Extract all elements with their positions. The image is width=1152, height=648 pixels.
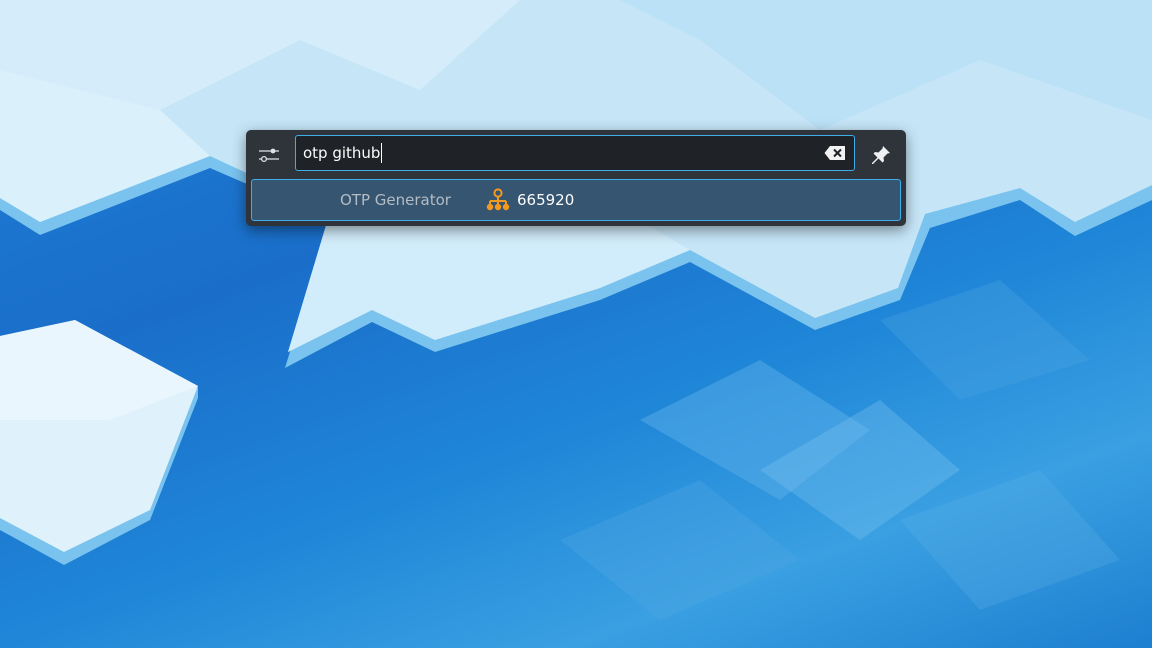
pin-icon <box>872 146 890 164</box>
pin-button[interactable] <box>866 140 896 170</box>
search-field[interactable]: otp github <box>295 135 855 171</box>
result-category-label: OTP Generator <box>340 191 451 209</box>
clear-text-icon <box>824 146 845 160</box>
text-cursor <box>381 143 383 163</box>
wallpaper-art <box>0 0 1152 620</box>
krunner-panel: otp github OTP Generator 665920 <box>246 130 906 226</box>
sliders-icon <box>259 148 279 163</box>
configure-button[interactable] <box>254 140 284 170</box>
search-query-text: otp github <box>303 144 381 162</box>
desktop-wallpaper <box>0 0 1152 648</box>
result-row[interactable]: OTP Generator 665920 <box>251 179 901 221</box>
clear-button[interactable] <box>824 144 846 162</box>
search-input[interactable]: otp github <box>296 136 816 170</box>
otp-key-icon <box>486 188 510 211</box>
result-otp-code: 665920 <box>517 191 575 209</box>
